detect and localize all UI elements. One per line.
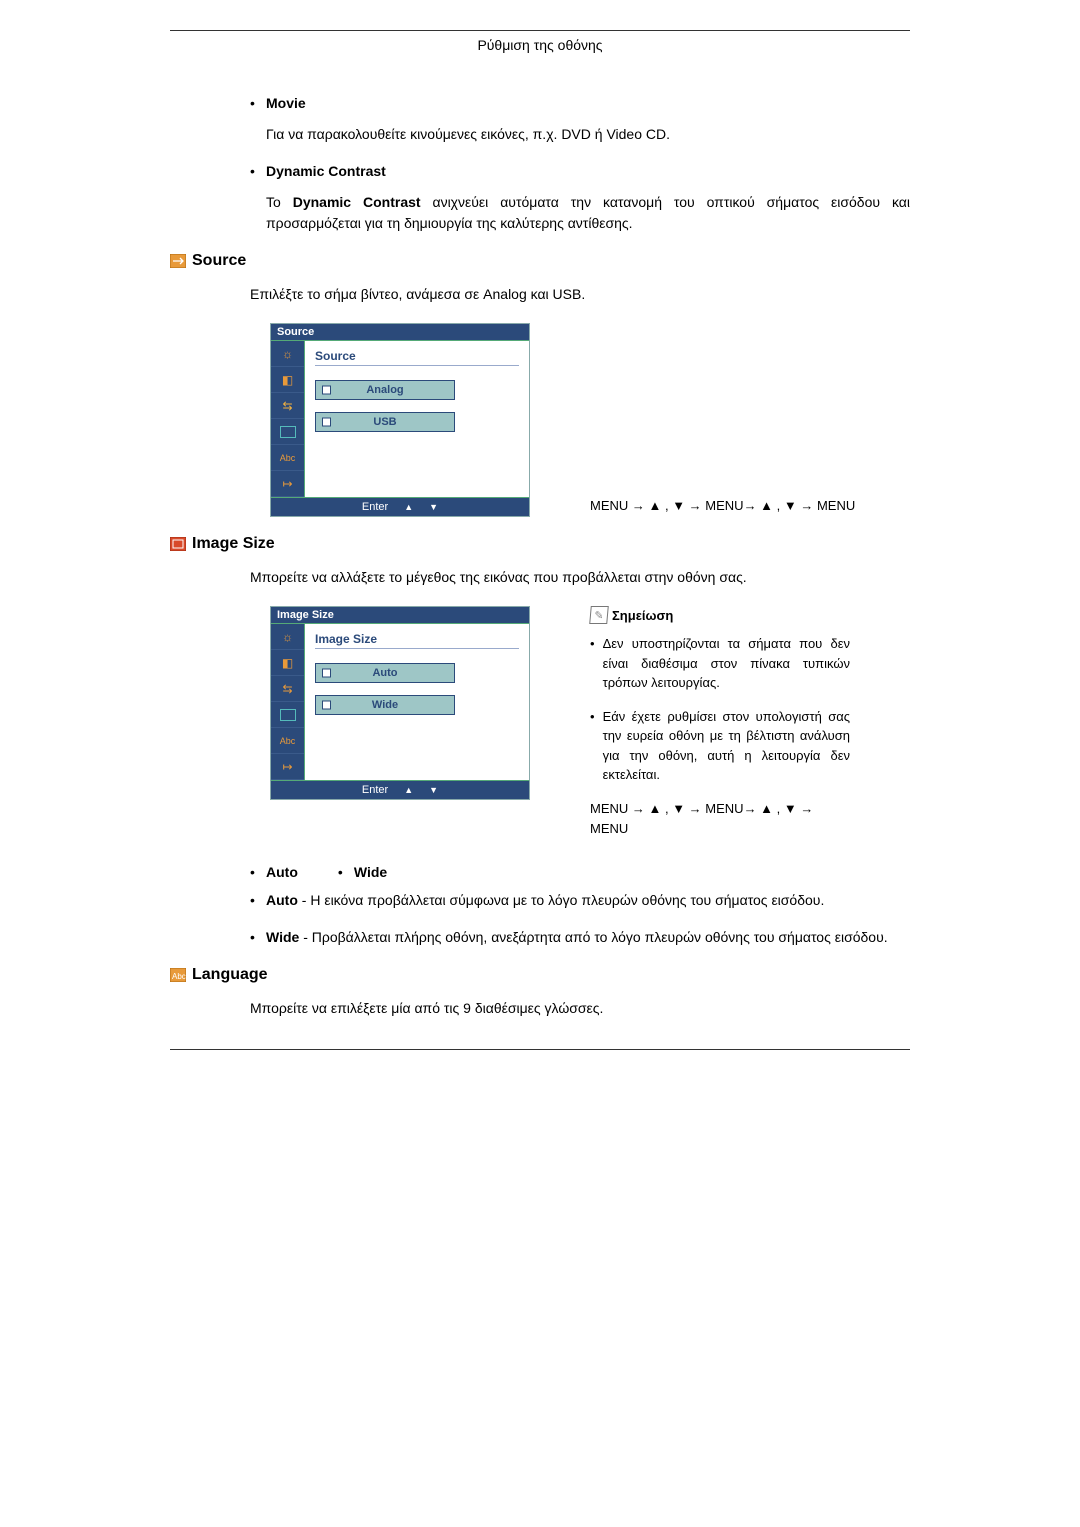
osd-auto-option[interactable]: Auto xyxy=(315,663,455,683)
abc-tab-icon: Abc xyxy=(271,445,304,471)
osd-enter-label[interactable]: Enter xyxy=(362,501,388,513)
exit-tab-icon: ↦ xyxy=(271,471,304,497)
movie-bullet: • Movie xyxy=(250,93,910,114)
exit-tab-icon: ↦ xyxy=(271,754,304,780)
osd-source-title: Source xyxy=(315,349,519,366)
dynamic-desc: Το Dynamic Contrast ανιχνεύει αυτόματα τ… xyxy=(266,192,910,234)
note-heading: ✎ Σημείωση xyxy=(590,606,850,624)
osd-analog-option[interactable]: Analog xyxy=(315,380,455,400)
dynamic-bullet: • Dynamic Contrast xyxy=(250,161,910,182)
source-title: Source xyxy=(192,252,246,270)
source-heading: Source xyxy=(170,252,910,270)
osd-imagesize-top: Image Size xyxy=(271,607,529,624)
language-icon: Abc xyxy=(170,968,186,982)
source-osd-panel: Source ☼ ◧ ⇆ Abc ↦ Source Analog USB Ent… xyxy=(270,323,530,517)
palette-tab-icon: ◧ xyxy=(271,367,304,393)
source-tab-icon: ⇆ xyxy=(271,676,304,702)
osd-bottom-bar: Enter ▲ ▼ xyxy=(271,497,529,516)
osd-wide-option[interactable]: Wide xyxy=(315,695,455,715)
note-icon: ✎ xyxy=(589,606,609,624)
brightness-tab-icon: ☼ xyxy=(271,624,304,650)
wide-desc-bullet: • Wide - Προβάλλεται πλήρης οθόνη, ανεξά… xyxy=(250,927,910,948)
size-tab-icon xyxy=(271,702,304,728)
language-title: Language xyxy=(192,966,268,984)
language-intro: Μπορείτε να επιλέξετε μία από τις 9 διαθ… xyxy=(250,998,910,1019)
auto-short-bullet: • Auto xyxy=(250,864,298,880)
source-tab-icon: ⇆ xyxy=(271,393,304,419)
source-intro: Επιλέξτε το σήμα βίντεο, ανάμεσα σε Anal… xyxy=(250,284,910,305)
svg-text:Abc: Abc xyxy=(172,972,186,981)
image-size-title: Image Size xyxy=(192,535,275,553)
wide-short-bullet: • Wide xyxy=(338,864,387,880)
note-item-2: • Εάν έχετε ρυθμίσει στον υπολογιστή σας… xyxy=(590,707,850,785)
note-item-1: • Δεν υποστηρίζονται τα σήματα που δεν ε… xyxy=(590,634,850,693)
size-tab-icon xyxy=(271,419,304,445)
movie-desc: Για να παρακολουθείτε κινούμενες εικόνες… xyxy=(266,124,910,145)
language-heading: Abc Language xyxy=(170,966,910,984)
auto-desc-bullet: • Auto - Η εικόνα προβάλλεται σύμφωνα με… xyxy=(250,890,910,911)
image-size-icon xyxy=(170,537,186,551)
osd-source-top: Source xyxy=(271,324,529,341)
image-size-intro: Μπορείτε να αλλάξετε το μέγεθος της εικό… xyxy=(250,567,910,588)
image-size-heading: Image Size xyxy=(170,535,910,553)
up-arrow-icon[interactable]: ▲ xyxy=(404,502,413,512)
source-nav-sequence: MENU → ▲ , ▼ → MENU→ ▲ , ▼ → MENU xyxy=(590,496,855,517)
abc-tab-icon: Abc xyxy=(271,728,304,754)
osd-bottom-bar: Enter ▲ ▼ xyxy=(271,780,529,799)
brightness-tab-icon: ☼ xyxy=(271,341,304,367)
osd-enter-label[interactable]: Enter xyxy=(362,784,388,796)
osd-usb-option[interactable]: USB xyxy=(315,412,455,432)
palette-tab-icon: ◧ xyxy=(271,650,304,676)
osd-tabs: ☼ ◧ ⇆ Abc ↦ xyxy=(271,624,305,780)
source-icon xyxy=(170,254,186,268)
image-size-nav-sequence: MENU → ▲ , ▼ → MENU→ ▲ , ▼ → MENU xyxy=(590,799,850,841)
note-label: Σημείωση xyxy=(612,608,673,623)
osd-tabs: ☼ ◧ ⇆ Abc ↦ xyxy=(271,341,305,497)
movie-label: Movie xyxy=(266,93,910,114)
dynamic-label: Dynamic Contrast xyxy=(266,161,910,182)
down-arrow-icon[interactable]: ▼ xyxy=(429,785,438,795)
down-arrow-icon[interactable]: ▼ xyxy=(429,502,438,512)
image-size-osd-panel: Image Size ☼ ◧ ⇆ Abc ↦ Image Size Auto W… xyxy=(270,606,530,800)
up-arrow-icon[interactable]: ▲ xyxy=(404,785,413,795)
osd-imagesize-title: Image Size xyxy=(315,632,519,649)
page-header: Ρύθμιση της οθόνης xyxy=(170,37,910,53)
